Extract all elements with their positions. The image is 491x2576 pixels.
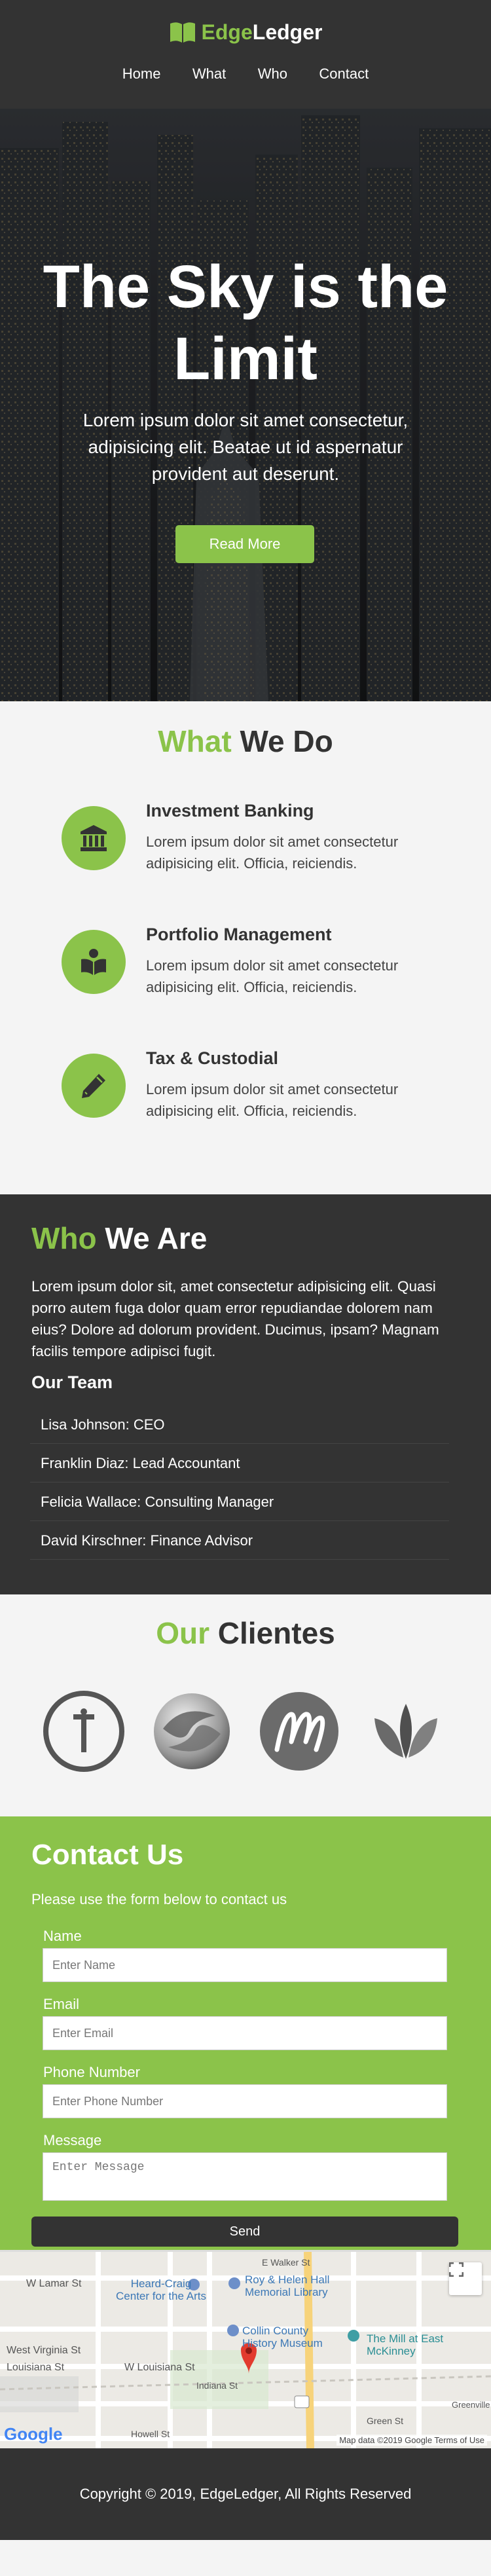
map-poi-label[interactable]: Collin County History Museum bbox=[242, 2325, 334, 2349]
message-field[interactable] bbox=[43, 2152, 447, 2201]
map-street-label: W Louisiana St bbox=[124, 2362, 195, 2373]
bank-icon bbox=[81, 825, 107, 851]
main-nav: Home What Who Contact bbox=[0, 65, 491, 83]
service-title: Investment Banking bbox=[146, 801, 314, 820]
clients-section: Our Clientes bbox=[0, 1594, 491, 1816]
contact-title: Contact Us bbox=[31, 1839, 184, 1871]
map-poi-label[interactable]: Heard-Craig Center for the Arts bbox=[115, 2277, 207, 2302]
book-reader-icon bbox=[81, 949, 106, 975]
what-title-accent: What bbox=[158, 724, 232, 758]
read-more-button[interactable]: Read More bbox=[175, 525, 314, 563]
nav-contact[interactable]: Contact bbox=[319, 65, 369, 83]
name-label: Name bbox=[43, 1928, 82, 1944]
who-we-are-section: Who We Are Lorem ipsum dolor sit, amet c… bbox=[0, 1194, 491, 1594]
service-icon-circle bbox=[62, 1054, 126, 1118]
brand-name-rest: Ledger bbox=[252, 20, 323, 44]
google-logo[interactable]: Google bbox=[4, 2424, 63, 2444]
contact-section: Contact Us Please use the form below to … bbox=[0, 1816, 491, 2250]
map-street-label: Greenville bbox=[452, 2400, 490, 2410]
what-title-rest: We Do bbox=[240, 724, 333, 758]
map-street-label: Green St bbox=[367, 2416, 404, 2426]
team-member: Felicia Wallace: Consulting Manager bbox=[30, 1482, 449, 1521]
who-section-title: Who We Are bbox=[31, 1221, 457, 1256]
client-m-logo-icon bbox=[260, 1692, 338, 1771]
map-street-label: Howell St bbox=[131, 2429, 170, 2439]
team-heading: Our Team bbox=[31, 1372, 113, 1392]
team-list: Lisa Johnson: CEO Franklin Diaz: Lead Ac… bbox=[30, 1405, 449, 1560]
service-item-portfolio-management: Portfolio Management Lorem ipsum dolor s… bbox=[62, 925, 454, 1003]
service-icon-circle bbox=[62, 930, 126, 994]
who-title-accent: Who bbox=[31, 1221, 97, 1255]
team-member: David Kirschner: Finance Advisor bbox=[30, 1521, 449, 1560]
pencil-icon bbox=[82, 1074, 105, 1098]
contact-subtitle: Please use the form below to contact us bbox=[31, 1891, 287, 1907]
client-swirl-logo-icon bbox=[154, 1693, 230, 1769]
service-item-tax-custodial: Tax & Custodial Lorem ipsum dolor sit am… bbox=[62, 1048, 454, 1127]
city-skyline-background bbox=[0, 109, 491, 701]
what-we-do-section: What We Do Investment Banking Lorem ipsu… bbox=[0, 701, 491, 1194]
site-footer: Copyright © 2019, EdgeLedger, All Rights… bbox=[0, 2448, 491, 2540]
who-title-rest: We Are bbox=[105, 1221, 208, 1255]
open-book-icon bbox=[170, 22, 195, 43]
google-logo-text: Google bbox=[4, 2424, 63, 2444]
brand-name-accent: Edge bbox=[201, 20, 253, 44]
nav-who[interactable]: Who bbox=[258, 65, 287, 83]
map-street-label: E Walker St bbox=[262, 2257, 310, 2268]
name-field[interactable] bbox=[43, 1948, 447, 1982]
map-fullscreen-button[interactable] bbox=[449, 2262, 482, 2295]
email-label: Email bbox=[43, 1996, 80, 2012]
service-text: Lorem ipsum dolor sit amet consectetur a… bbox=[146, 1081, 399, 1119]
map-street-label: W Lamar St bbox=[26, 2278, 82, 2289]
service-title: Portfolio Management bbox=[146, 925, 332, 944]
brand-logo[interactable]: EdgeLedger bbox=[0, 20, 491, 45]
email-field[interactable] bbox=[43, 2016, 447, 2050]
service-text: Lorem ipsum dolor sit amet consectetur a… bbox=[146, 957, 399, 995]
copyright-text: Copyright © 2019, EdgeLedger, All Rights… bbox=[79, 2486, 412, 2502]
clients-title-accent: Our bbox=[156, 1616, 210, 1650]
clients-section-title: Our Clientes bbox=[0, 1615, 491, 1651]
send-button[interactable]: Send bbox=[31, 2217, 458, 2247]
phone-field[interactable] bbox=[43, 2084, 447, 2118]
who-intro-text: Lorem ipsum dolor sit, amet consectetur … bbox=[31, 1278, 439, 1360]
map-poi-label[interactable]: Roy & Helen Hall Memorial Library bbox=[245, 2273, 356, 2298]
map-street-label: West Virginia St bbox=[7, 2345, 81, 2356]
map-street-label: Louisiana St bbox=[7, 2362, 65, 2373]
message-label: Message bbox=[43, 2132, 102, 2148]
service-item-investment-banking: Investment Banking Lorem ipsum dolor sit… bbox=[62, 801, 454, 879]
map-street-label: Indiana St bbox=[196, 2380, 238, 2391]
phone-label: Phone Number bbox=[43, 2064, 140, 2080]
service-icon-circle bbox=[62, 806, 126, 870]
fullscreen-icon bbox=[449, 2262, 464, 2277]
nav-home[interactable]: Home bbox=[122, 65, 161, 83]
team-member: Lisa Johnson: CEO bbox=[30, 1405, 449, 1444]
hero-text: Lorem ipsum dolor sit amet consectetur, … bbox=[82, 410, 409, 485]
site-header: EdgeLedger Home What Who Contact bbox=[0, 0, 491, 109]
clients-title-rest: Clientes bbox=[217, 1616, 335, 1650]
service-text: Lorem ipsum dolor sit amet consectetur a… bbox=[146, 834, 399, 872]
client-t-logo-icon bbox=[43, 1691, 124, 1772]
hero-title: The Sky is the Limit bbox=[43, 253, 448, 393]
service-title: Tax & Custodial bbox=[146, 1048, 279, 1068]
nav-what[interactable]: What bbox=[192, 65, 226, 83]
team-member: Franklin Diaz: Lead Accountant bbox=[30, 1444, 449, 1482]
map-attribution[interactable]: Map data ©2019 Google Terms of Use bbox=[336, 2435, 487, 2446]
location-map[interactable]: W Lamar St E Walker St West Virginia St … bbox=[0, 2250, 491, 2448]
client-leaf-logo-icon bbox=[374, 1704, 437, 1759]
hero-section: The Sky is the Limit Lorem ipsum dolor s… bbox=[0, 109, 491, 701]
what-section-title: What We Do bbox=[0, 724, 491, 759]
map-poi-label[interactable]: The Mill at East McKinney bbox=[367, 2332, 458, 2357]
